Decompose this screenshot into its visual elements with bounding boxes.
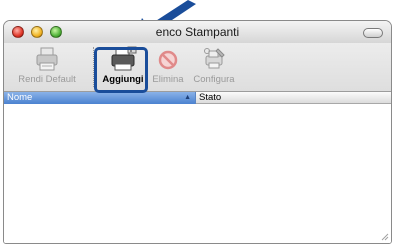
title-bar[interactable]: enco Stampanti	[4, 21, 391, 44]
window-title: enco Stampanti	[155, 25, 240, 39]
configure-label: Configura	[193, 74, 235, 85]
make-default-button[interactable]: Rendi Default	[6, 46, 88, 85]
default-printer-icon	[36, 47, 58, 71]
toolbar-toggle-button[interactable]	[363, 28, 383, 38]
column-header-status[interactable]: Stato	[196, 92, 391, 104]
configure-button[interactable]: Configura	[189, 46, 239, 85]
configure-icon	[204, 48, 225, 69]
column-status-label: Stato	[199, 92, 222, 103]
highlight-ring	[94, 47, 148, 93]
delete-button[interactable]: Elimina	[150, 46, 186, 85]
column-header-name[interactable]: Nome ▲	[4, 92, 196, 104]
make-default-label: Rendi Default	[18, 74, 76, 85]
printer-list-window: enco Stampanti Rendi Default Aggiungi El…	[3, 20, 392, 244]
printer-list[interactable]	[4, 104, 391, 243]
resize-grip-icon[interactable]	[379, 231, 389, 241]
table-header: Nome ▲ Stato	[4, 92, 391, 104]
delete-icon	[158, 50, 178, 70]
toolbar: Rendi Default Aggiungi Elimina Configura	[4, 43, 391, 92]
sort-ascending-icon: ▲	[184, 94, 191, 101]
delete-label: Elimina	[152, 74, 184, 85]
column-name-label: Nome	[7, 92, 33, 103]
